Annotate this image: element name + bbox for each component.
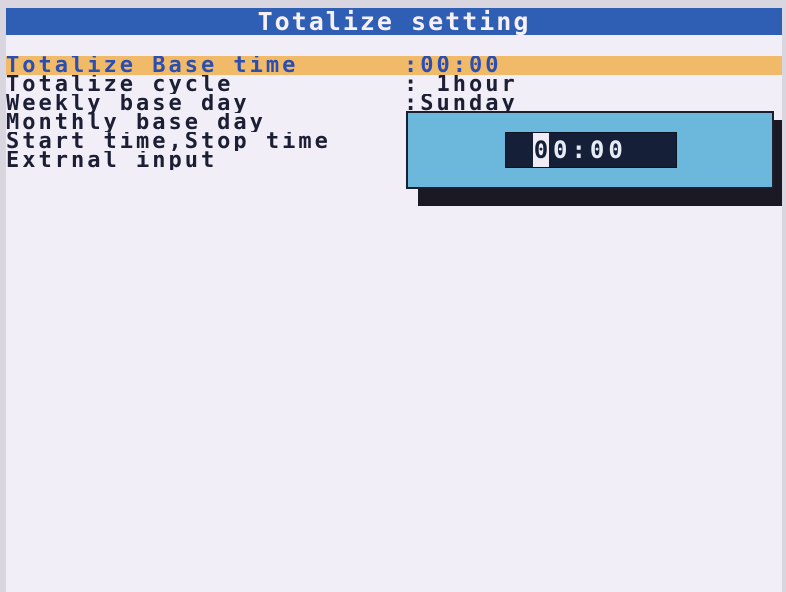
menu-item-label: Extrnal input xyxy=(6,151,218,170)
menu-item-label: Weekly base day xyxy=(6,94,250,113)
menu-item-totalize-base-time[interactable]: Totalize Base time :00:00 xyxy=(6,56,782,75)
page-title: Totalize setting xyxy=(6,8,782,35)
time-input[interactable]: 0 0:00 xyxy=(505,132,677,168)
menu-item-label: Totalize Base time xyxy=(6,56,299,75)
menu-item-label: Monthly base day xyxy=(6,113,266,132)
settings-screen: Totalize setting Totalize Base time :00:… xyxy=(6,8,782,592)
menu-item-label: Start time,Stop time xyxy=(6,132,331,151)
menu-item-value: :00:00 xyxy=(404,56,502,75)
time-entry-popup: 0 0:00 xyxy=(406,111,774,189)
time-cursor[interactable]: 0 xyxy=(533,133,549,167)
menu-item-value: : 1hour xyxy=(404,75,518,94)
menu-item-totalize-cycle[interactable]: Totalize cycle : 1hour xyxy=(6,75,782,94)
time-input-value: 0:00 xyxy=(553,136,627,164)
menu-item-label: Totalize cycle xyxy=(6,75,234,94)
